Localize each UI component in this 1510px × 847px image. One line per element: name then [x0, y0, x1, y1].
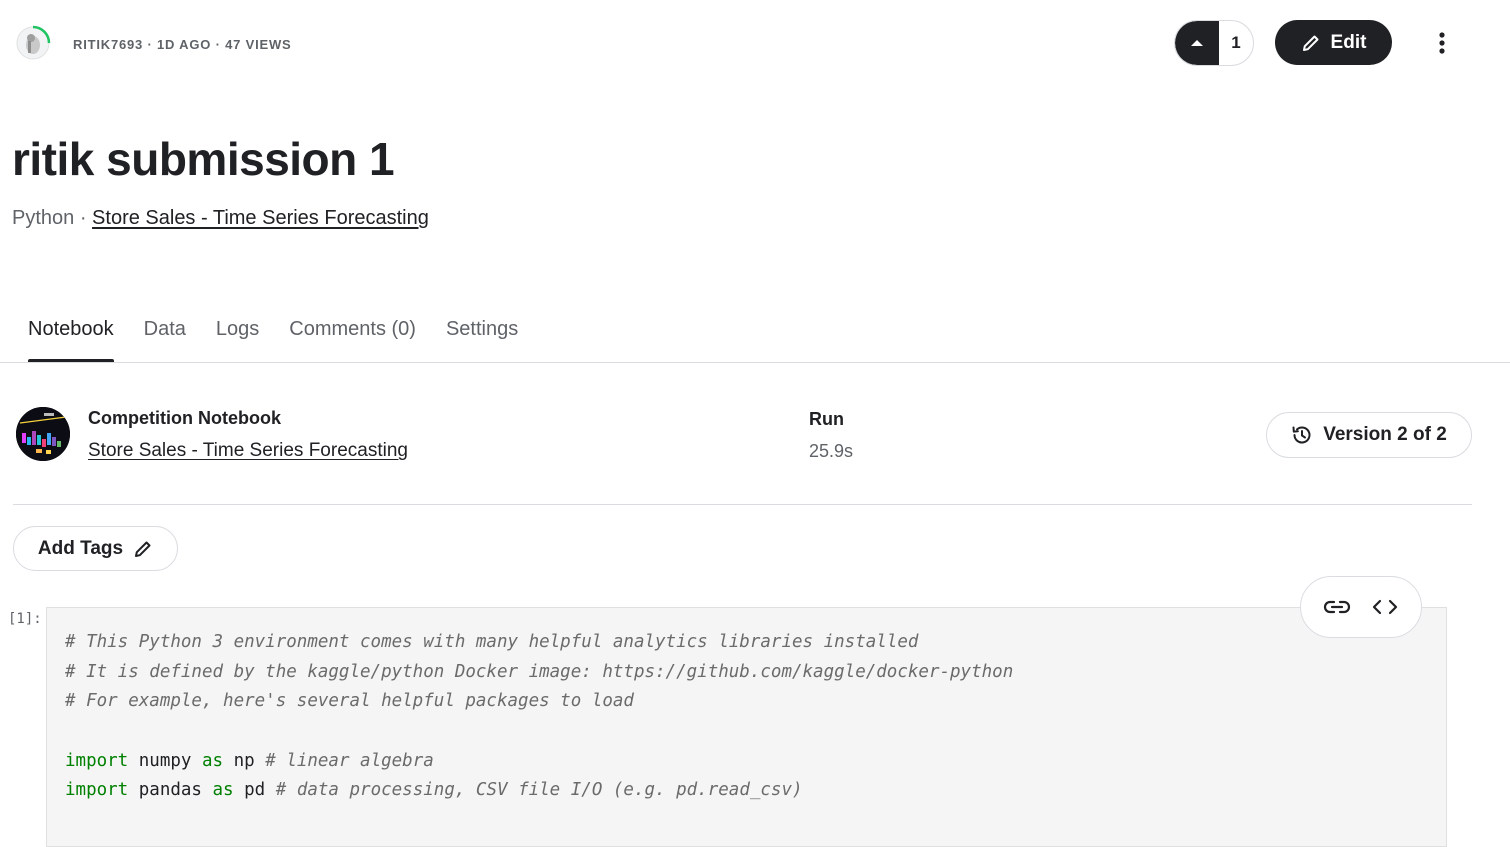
code-keyword: as: [212, 780, 234, 801]
code-line: # For example, here's several helpful pa…: [65, 687, 1013, 717]
cell-execution-count: [1]:: [8, 611, 42, 627]
edit-button[interactable]: Edit: [1275, 20, 1392, 65]
code-line: import pandas as pd # data processing, C…: [65, 776, 1013, 806]
code-comment: # For example, here's several helpful pa…: [65, 691, 634, 712]
tab-data[interactable]: Data: [144, 318, 186, 363]
tabs-divider: [0, 362, 1510, 363]
tab-comments[interactable]: Comments (0): [289, 318, 416, 363]
pencil-icon: [135, 541, 151, 557]
author-avatar[interactable]: [14, 24, 52, 62]
link-icon: [1323, 600, 1351, 614]
tab-bar: Notebook Data Logs Comments (0) Settings: [28, 318, 518, 363]
edit-label: Edit: [1330, 31, 1367, 53]
code-token: pd: [233, 780, 276, 801]
code-icon: [1372, 599, 1398, 615]
more-vert-icon: [1439, 32, 1445, 54]
cell-toolbar: [1300, 576, 1422, 638]
code-token: numpy: [128, 750, 202, 771]
code-comment: # linear algebra: [265, 750, 434, 771]
code-keyword: as: [201, 750, 224, 771]
run-label: Run: [809, 409, 844, 429]
code-keyword: import: [65, 750, 129, 771]
code-line: # It is defined by the kaggle/python Doc…: [65, 658, 1013, 688]
info-divider: [13, 504, 1472, 505]
tab-notebook[interactable]: Notebook: [28, 318, 114, 363]
competition-notebook-label: Competition Notebook: [88, 408, 281, 428]
notebook-subtitle: Python · Store Sales - Time Series Forec…: [12, 207, 429, 230]
run-duration: 25.9s: [809, 441, 854, 461]
author-meta[interactable]: RITIK7693 · 1D AGO · 47 VIEWS: [73, 37, 292, 52]
code-token: np: [223, 750, 266, 771]
pencil-icon: [1302, 35, 1319, 51]
vote-count: 1: [1231, 33, 1241, 52]
code-block[interactable]: # This Python 3 environment comes with m…: [65, 628, 1013, 806]
add-tags-button[interactable]: Add Tags: [13, 526, 178, 571]
page-title: ritik submission 1: [12, 133, 395, 185]
tab-logs[interactable]: Logs: [216, 318, 259, 363]
code-line: # This Python 3 environment comes with m…: [65, 628, 1013, 658]
competition-link[interactable]: Store Sales - Time Series Forecasting: [92, 207, 429, 229]
code-keyword: import: [65, 780, 129, 801]
language-label: Python: [12, 207, 75, 229]
version-history-button[interactable]: Version 2 of 2: [1266, 412, 1472, 458]
code-comment: # This Python 3 environment comes with m…: [65, 632, 919, 652]
more-options-button[interactable]: [1426, 26, 1458, 60]
toggle-code-button[interactable]: [1367, 589, 1403, 625]
code-cell[interactable]: # This Python 3 environment comes with m…: [46, 607, 1447, 847]
competition-thumbnail[interactable]: [16, 407, 70, 461]
tab-settings[interactable]: Settings: [446, 318, 518, 363]
code-comment: # It is defined by the kaggle/python Doc…: [65, 661, 1014, 682]
add-tags-label: Add Tags: [37, 537, 124, 559]
history-icon: [1292, 426, 1311, 444]
code-token: pandas: [128, 780, 213, 801]
subtitle-separator: ·: [74, 207, 93, 229]
copy-link-button[interactable]: [1319, 589, 1355, 625]
code-comment: # data processing, CSV file I/O (e.g. pd…: [275, 780, 803, 801]
upvote-widget[interactable]: 1: [1174, 20, 1254, 66]
upvote-button[interactable]: [1175, 21, 1219, 65]
version-label: Version 2 of 2: [1323, 424, 1447, 445]
code-line: import numpy as np # linear algebra: [65, 747, 1013, 777]
competition-name-link[interactable]: Store Sales - Time Series Forecasting: [88, 440, 408, 462]
caret-up-icon: [1191, 40, 1203, 46]
